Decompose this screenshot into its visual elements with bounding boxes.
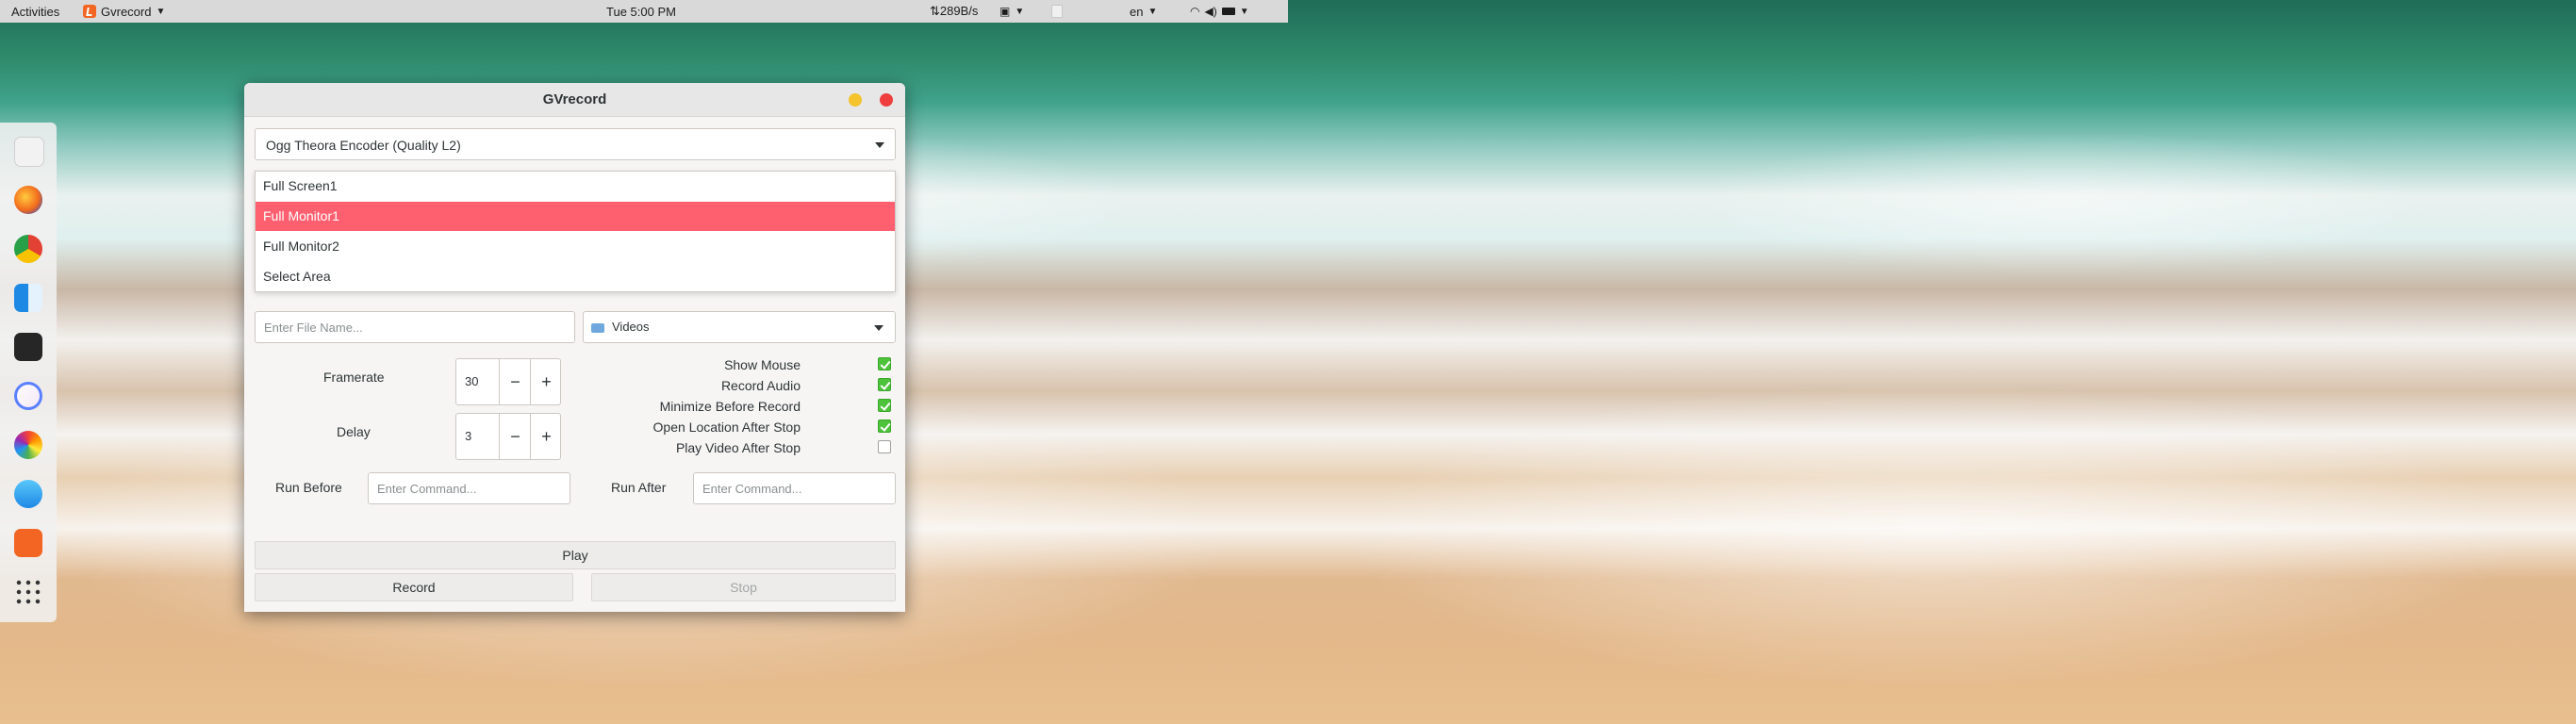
option-show-mouse[interactable]: Show Mouse [617,355,895,374]
gvrecord-icon[interactable] [14,529,42,557]
framerate-spinner[interactable]: 30 − + [455,358,561,405]
delay-value[interactable]: 3 [465,429,471,443]
wifi-icon: ◠ [1190,5,1200,18]
right-monitor [1288,0,2576,724]
play-video-after-stop-checkbox[interactable] [878,440,891,453]
gvrecord-icon [83,5,96,18]
firefox-icon[interactable] [14,186,42,214]
chevron-down-icon: ▼ [1239,6,1249,17]
option-minimize-before-record[interactable]: Minimize Before Record [617,397,895,416]
title-bar[interactable]: GVrecord [244,83,905,117]
delay-label: Delay [337,424,371,439]
minimize-button[interactable] [849,93,862,107]
app-grid-icon[interactable] [14,578,42,606]
delay-decrease-button[interactable]: − [499,414,531,459]
language-indicator[interactable]: en ▼ [1130,0,1157,23]
system-menu[interactable]: ◠ ◀) ▼ [1190,0,1249,23]
square-icon [1051,5,1063,18]
chevron-down-icon [874,325,883,331]
clipboard-indicator[interactable]: ▣ ▼ [999,0,1024,23]
framerate-decrease-button[interactable]: − [499,359,531,404]
option-label: Open Location After Stop [652,420,801,435]
delay-increase-button[interactable]: + [530,414,562,459]
window-title: GVrecord [542,91,607,107]
gvrecord-window: GVrecord Ogg Theora Encoder (Quality L2)… [244,83,905,612]
option-open-location-after-stop[interactable]: Open Location After Stop [617,418,895,436]
terminal-icon[interactable] [14,333,42,361]
option-label: Play Video After Stop [675,440,801,455]
area-dropdown-list: Full Screen1 Full Monitor1 Full Monitor2… [255,171,896,292]
minimize-before-record-checkbox[interactable] [878,399,891,412]
filename-input[interactable] [256,312,574,342]
finder-icon[interactable] [14,284,42,312]
option-label: Record Audio [720,378,801,393]
option-label: Minimize Before Record [659,399,801,414]
app-menu[interactable]: Gvrecord ▼ [83,0,165,23]
run-after-label: Run After [611,480,667,495]
run-after-field[interactable] [693,472,896,504]
music-icon[interactable] [14,382,42,410]
net-speed[interactable]: ⇅289B/s [930,0,978,23]
framerate-label: Framerate [323,370,385,385]
run-before-field[interactable] [368,472,570,504]
battery-icon [1221,8,1235,15]
net-speed-label: ⇅289B/s [930,4,979,18]
area-option-full-monitor1[interactable]: Full Monitor1 [256,202,895,231]
option-play-video-after-stop[interactable]: Play Video After Stop [617,438,895,457]
app-store-icon[interactable] [14,480,42,508]
folder-value: Videos [612,320,650,334]
clock[interactable]: Tue 5:00 PM [606,0,676,23]
encoder-select[interactable]: Ogg Theora Encoder (Quality L2) [255,128,896,160]
close-button[interactable] [880,93,893,107]
chevron-down-icon: ▼ [156,6,166,17]
photos-icon[interactable] [14,431,42,459]
language-label: en [1130,4,1144,19]
area-option-full-screen1[interactable]: Full Screen1 [256,172,895,201]
run-before-input[interactable] [369,473,570,503]
run-after-input[interactable] [694,473,895,503]
wallpaper [1288,0,2576,724]
clipboard-icon: ▣ [999,5,1011,18]
dock [0,123,57,622]
placeholder-indicator[interactable] [1051,0,1063,23]
open-location-after-stop-checkbox[interactable] [878,420,891,433]
folder-icon [591,323,604,333]
delay-spinner[interactable]: 3 − + [455,413,561,460]
clock-label: Tue 5:00 PM [606,4,676,19]
show-mouse-checkbox[interactable] [878,357,891,370]
area-option-select-area[interactable]: Select Area [256,262,895,291]
chrome-icon[interactable] [14,235,42,263]
option-record-audio[interactable]: Record Audio [617,376,895,395]
activities-button[interactable]: Activities [11,0,59,23]
filename-field[interactable] [255,311,575,343]
app-menu-label: Gvrecord [101,4,152,19]
left-monitor: Activities Gvrecord ▼ Tue 5:00 PM ⇅289B/… [0,0,1288,724]
run-before-label: Run Before [275,480,342,495]
stop-button[interactable]: Stop [591,573,896,601]
volume-icon: ◀) [1204,5,1217,18]
record-audio-checkbox[interactable] [878,378,891,391]
activities-label: Activities [11,4,60,19]
record-button[interactable]: Record [255,573,573,601]
chevron-down-icon: ▼ [1015,6,1025,17]
area-option-full-monitor2[interactable]: Full Monitor2 [256,232,895,261]
framerate-value[interactable]: 30 [465,374,478,388]
option-label: Show Mouse [724,357,801,372]
chevron-down-icon [875,142,884,148]
calendar-icon[interactable] [14,137,44,167]
top-bar: Activities Gvrecord ▼ Tue 5:00 PM ⇅289B/… [0,0,1288,23]
chevron-down-icon: ▼ [1148,6,1158,17]
folder-select[interactable]: Videos [583,311,896,343]
play-button[interactable]: Play [255,541,896,569]
encoder-value: Ogg Theora Encoder (Quality L2) [266,138,461,153]
framerate-increase-button[interactable]: + [530,359,562,404]
